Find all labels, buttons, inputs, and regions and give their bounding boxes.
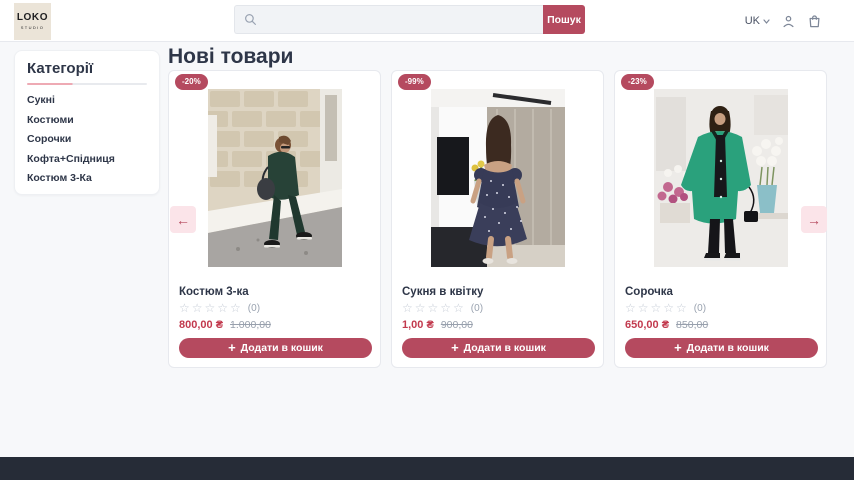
account-button[interactable] bbox=[781, 14, 796, 29]
page-title: Нові товари bbox=[168, 45, 293, 69]
current-price: 1,00 ₴ bbox=[402, 319, 434, 331]
language-label: UK bbox=[745, 15, 760, 27]
current-price: 650,00 ₴ bbox=[625, 319, 669, 331]
cart-button[interactable] bbox=[807, 13, 822, 29]
price-row: 800,00 ₴ 1.000,00 bbox=[179, 319, 271, 331]
rating-count: (0) bbox=[248, 303, 260, 314]
add-to-cart-button[interactable]: + Додати в кошик bbox=[179, 338, 372, 358]
star-rating-icons: ☆☆☆☆☆ bbox=[179, 302, 243, 315]
rating-row: ☆☆☆☆☆ (0) bbox=[402, 302, 483, 315]
sidebar-item-kofta-spidnytsia[interactable]: Кофта+Спідниця bbox=[27, 154, 147, 165]
add-to-cart-button[interactable]: + Додати в кошик bbox=[625, 338, 818, 358]
discount-badge: -99% bbox=[398, 74, 431, 90]
product-title[interactable]: Сукня в квітку bbox=[402, 286, 483, 298]
sidebar-items: Сукні Костюми Сорочки Кофта+Спідниця Кос… bbox=[27, 95, 147, 184]
logo-subtitle: STUDIO bbox=[21, 25, 45, 30]
star-rating-icons: ☆☆☆☆☆ bbox=[625, 302, 689, 315]
carousel-prev-button[interactable]: ← bbox=[170, 206, 196, 233]
product-card: -20% bbox=[168, 70, 381, 368]
discount-badge: -20% bbox=[175, 74, 208, 90]
sidebar-item-sorochky[interactable]: Сорочки bbox=[27, 134, 147, 145]
plus-icon: + bbox=[451, 342, 459, 354]
price-row: 1,00 ₴ 900,00 bbox=[402, 319, 473, 331]
product-image[interactable] bbox=[208, 89, 342, 267]
search-input[interactable] bbox=[264, 14, 534, 26]
search-button[interactable]: Пошук bbox=[543, 5, 585, 34]
product-card: -99% bbox=[391, 70, 604, 368]
sidebar-rule bbox=[27, 83, 147, 85]
logo[interactable]: LOKO STUDIO bbox=[14, 3, 51, 40]
discount-badge: -23% bbox=[621, 74, 654, 90]
categories-sidebar: Категорії Сукні Костюми Сорочки Кофта+Сп… bbox=[14, 50, 160, 195]
user-icon bbox=[781, 14, 796, 29]
current-price: 800,00 ₴ bbox=[179, 319, 223, 331]
rating-row: ☆☆☆☆☆ (0) bbox=[625, 302, 706, 315]
language-selector[interactable]: UK bbox=[745, 15, 770, 27]
plus-icon: + bbox=[228, 342, 236, 354]
carousel-next-button[interactable]: → bbox=[801, 206, 827, 233]
star-rating-icons: ☆☆☆☆☆ bbox=[402, 302, 466, 315]
old-price: 900,00 bbox=[441, 319, 473, 331]
search-bar: Пошук bbox=[234, 5, 585, 34]
rating-count: (0) bbox=[694, 303, 706, 314]
search-icon bbox=[244, 13, 257, 26]
shopping-bag-icon bbox=[807, 13, 822, 29]
arrow-left-icon: ← bbox=[176, 213, 190, 227]
rating-row: ☆☆☆☆☆ (0) bbox=[179, 302, 260, 315]
rating-count: (0) bbox=[471, 303, 483, 314]
add-to-cart-label: Додати в кошик bbox=[464, 342, 546, 354]
add-to-cart-label: Додати в кошик bbox=[687, 342, 769, 354]
product-image[interactable] bbox=[654, 89, 788, 267]
old-price: 1.000,00 bbox=[230, 319, 271, 331]
old-price: 850,00 bbox=[676, 319, 708, 331]
header: LOKO STUDIO Пошук UK bbox=[0, 0, 854, 42]
product-title[interactable]: Сорочка bbox=[625, 286, 673, 298]
price-row: 650,00 ₴ 850,00 bbox=[625, 319, 708, 331]
sidebar-item-kostyumy[interactable]: Костюми bbox=[27, 115, 147, 126]
sidebar-item-sukni[interactable]: Сукні bbox=[27, 95, 147, 106]
search-input-wrap bbox=[234, 5, 543, 34]
logo-title: LOKO bbox=[17, 13, 48, 23]
header-actions: UK bbox=[745, 0, 822, 42]
product-card: -23% bbox=[614, 70, 827, 368]
footer bbox=[0, 457, 854, 480]
add-to-cart-label: Додати в кошик bbox=[241, 342, 323, 354]
plus-icon: + bbox=[674, 342, 682, 354]
sidebar-item-kostyum-3ka[interactable]: Костюм 3-Ка bbox=[27, 173, 147, 184]
product-image[interactable] bbox=[431, 89, 565, 267]
chevron-down-icon bbox=[763, 19, 770, 24]
sidebar-title: Категорії bbox=[27, 61, 147, 77]
product-title[interactable]: Костюм 3-ка bbox=[179, 286, 249, 298]
arrow-right-icon: → bbox=[807, 213, 821, 227]
add-to-cart-button[interactable]: + Додати в кошик bbox=[402, 338, 595, 358]
